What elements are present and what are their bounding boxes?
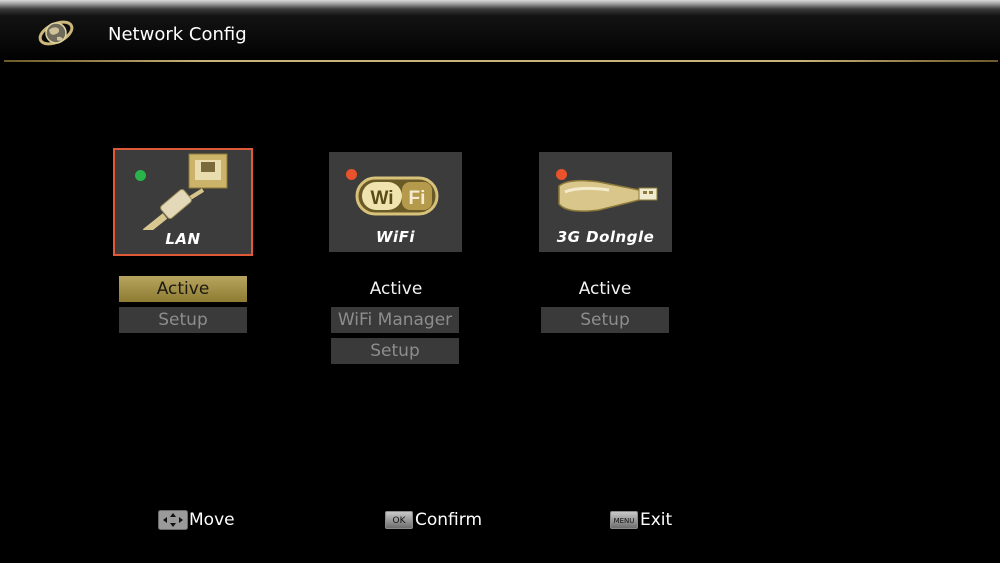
move-label: Move — [189, 510, 235, 530]
svg-text:Wi: Wi — [370, 188, 393, 209]
menu-key-icon: MENU — [610, 511, 638, 529]
wifi-logo-icon: Wi Fi — [355, 176, 439, 216]
dongle-card[interactable]: 3G Dolngle — [539, 152, 672, 252]
wifi-card[interactable]: Wi Fi WiFi — [329, 152, 462, 252]
usb-dongle-icon — [558, 179, 658, 212]
arrow-keys-icon — [158, 510, 188, 530]
card-label: LAN — [165, 230, 201, 248]
dongle-setup-button[interactable]: Setup — [541, 307, 669, 333]
ethernet-cable-icon — [142, 153, 228, 230]
lan-setup-button[interactable]: Setup — [119, 307, 247, 333]
confirm-hint: OK Confirm — [385, 509, 482, 531]
wifi-active-button[interactable]: Active — [332, 276, 460, 302]
move-hint: Move — [158, 509, 235, 531]
dongle-active-button[interactable]: Active — [541, 276, 669, 302]
svg-text:Fi: Fi — [409, 188, 426, 209]
title-divider — [4, 60, 998, 62]
exit-label: Exit — [640, 510, 673, 530]
card-label: WiFi — [375, 228, 416, 246]
card-label: 3G Dolngle — [556, 228, 655, 246]
globe-icon — [38, 20, 74, 46]
lan-card[interactable]: LAN — [113, 148, 253, 256]
lan-active-button[interactable]: Active — [119, 276, 247, 302]
ok-key-icon: OK — [385, 511, 413, 529]
confirm-label: Confirm — [415, 510, 483, 530]
exit-hint: MENU Exit — [610, 509, 672, 531]
page-title: Network Config — [108, 24, 247, 45]
wifi-manager-button[interactable]: WiFi Manager — [331, 307, 459, 333]
wifi-setup-button[interactable]: Setup — [331, 338, 459, 364]
